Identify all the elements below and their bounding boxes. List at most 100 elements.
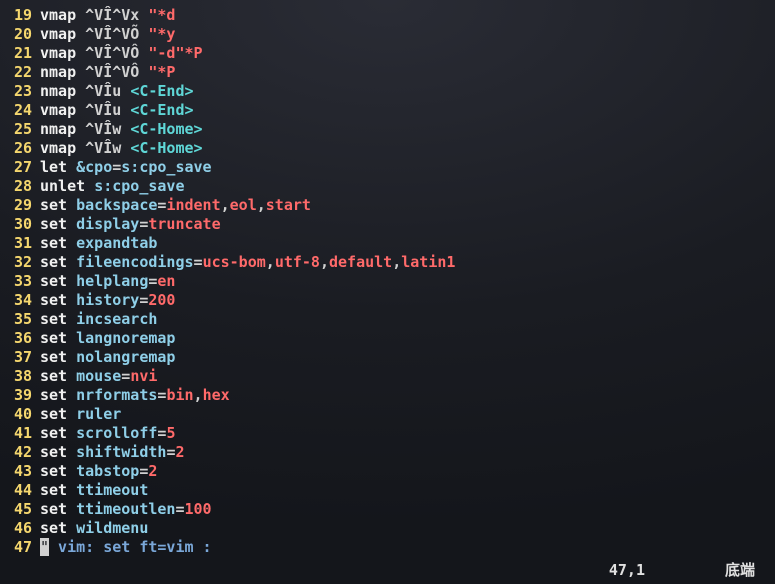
token: vmap [40,44,76,62]
token: set [40,196,67,214]
token: "*P [148,63,175,81]
code-line[interactable]: 43set tabstop=2 [0,462,775,481]
token: history [76,291,139,309]
code-content[interactable]: set incsearch [40,310,775,329]
code-content[interactable]: unlet s:cpo_save [40,177,775,196]
token [67,310,76,328]
line-number: 19 [0,6,40,25]
token: utf-8 [275,253,320,271]
token: set [40,291,67,309]
token: nmap [40,120,76,138]
code-content[interactable]: vmap ^VÎ^VÕ "*y [40,25,775,44]
code-line[interactable]: 24vmap ^VÎu <C-End> [0,101,775,120]
token: <C-Home> [130,120,202,138]
token: vmap [40,25,76,43]
token [67,272,76,290]
code-line[interactable]: 29set backspace=indent,eol,start [0,196,775,215]
code-content[interactable]: nmap ^VÎ^VÔ "*P [40,63,775,82]
code-content[interactable]: set ttimeout [40,481,775,500]
code-line[interactable]: 45set ttimeoutlen=100 [0,500,775,519]
scroll-location: 底端 [725,561,755,580]
line-number: 27 [0,158,40,177]
code-line[interactable]: 37set nolangremap [0,348,775,367]
code-content[interactable]: vmap ^VÎu <C-End> [40,101,775,120]
line-number: 31 [0,234,40,253]
token: langnoremap [76,329,175,347]
code-content[interactable]: set expandtab [40,234,775,253]
token: tabstop [76,462,139,480]
code-line[interactable]: 27let &cpo=s:cpo_save [0,158,775,177]
token: = [121,367,130,385]
code-line[interactable]: 40set ruler [0,405,775,424]
code-content[interactable]: set scrolloff=5 [40,424,775,443]
code-line[interactable]: 31set expandtab [0,234,775,253]
editor-viewport[interactable]: 19vmap ^VÎ^Vx "*d20vmap ^VÎ^VÕ "*y21vmap… [0,0,775,557]
line-number: 35 [0,310,40,329]
code-line[interactable]: 20vmap ^VÎ^VÕ "*y [0,25,775,44]
code-content[interactable]: " vim: set ft=vim : [40,538,775,557]
code-line[interactable]: 28unlet s:cpo_save [0,177,775,196]
token: display [76,215,139,233]
code-line[interactable]: 21vmap ^VÎ^VÔ "-d"*P [0,44,775,63]
token: vmap [40,139,76,157]
code-line[interactable]: 34set history=200 [0,291,775,310]
code-content[interactable]: set fileencodings=ucs-bom,utf-8,default,… [40,253,775,272]
token [67,329,76,347]
token: let [40,158,67,176]
code-content[interactable]: set shiftwidth=2 [40,443,775,462]
cursor-position: 47,1 [609,561,645,580]
code-line[interactable]: 39set nrformats=bin,hex [0,386,775,405]
code-line[interactable]: 36set langnoremap [0,329,775,348]
code-content[interactable]: set mouse=nvi [40,367,775,386]
code-content[interactable]: vmap ^VÎ^Vx "*d [40,6,775,25]
code-content[interactable]: set backspace=indent,eol,start [40,196,775,215]
line-number: 44 [0,481,40,500]
code-line[interactable]: 26vmap ^VÎw <C-Home> [0,139,775,158]
code-content[interactable]: set ttimeoutlen=100 [40,500,775,519]
token: ^VÎ^VÕ [76,25,148,43]
code-line[interactable]: 32set fileencodings=ucs-bom,utf-8,defaul… [0,253,775,272]
token: nmap [40,63,76,81]
token [67,405,76,423]
code-line[interactable]: 46set wildmenu [0,519,775,538]
line-number: 28 [0,177,40,196]
code-content[interactable]: set history=200 [40,291,775,310]
token: "*d [148,6,175,24]
token: set [40,272,67,290]
code-line[interactable]: 25nmap ^VÎw <C-Home> [0,120,775,139]
token [67,348,76,366]
code-line[interactable]: 22nmap ^VÎ^VÔ "*P [0,63,775,82]
code-line[interactable]: 30set display=truncate [0,215,775,234]
token [67,367,76,385]
code-content[interactable]: set helplang=en [40,272,775,291]
code-line[interactable]: 33set helplang=en [0,272,775,291]
token: 100 [185,500,212,518]
code-content[interactable]: set tabstop=2 [40,462,775,481]
code-content[interactable]: let &cpo=s:cpo_save [40,158,775,177]
code-line[interactable]: 44set ttimeout [0,481,775,500]
token: nvi [130,367,157,385]
code-content[interactable]: set nrformats=bin,hex [40,386,775,405]
code-line[interactable]: 47" vim: set ft=vim : [0,538,775,557]
code-line[interactable]: 41set scrolloff=5 [0,424,775,443]
code-content[interactable]: vmap ^VÎw <C-Home> [40,139,775,158]
code-content[interactable]: nmap ^VÎu <C-End> [40,82,775,101]
code-content[interactable]: set wildmenu [40,519,775,538]
token [67,291,76,309]
token [67,196,76,214]
code-content[interactable]: set ruler [40,405,775,424]
code-content[interactable]: nmap ^VÎw <C-Home> [40,120,775,139]
code-content[interactable]: set display=truncate [40,215,775,234]
token: &cpo [76,158,112,176]
code-content[interactable]: set nolangremap [40,348,775,367]
code-line[interactable]: 35set incsearch [0,310,775,329]
code-line[interactable]: 23nmap ^VÎu <C-End> [0,82,775,101]
token: backspace [76,196,157,214]
code-content[interactable]: vmap ^VÎ^VÔ "-d"*P [40,44,775,63]
code-line[interactable]: 38set mouse=nvi [0,367,775,386]
code-content[interactable]: set langnoremap [40,329,775,348]
code-line[interactable]: 42set shiftwidth=2 [0,443,775,462]
code-line[interactable]: 19vmap ^VÎ^Vx "*d [0,6,775,25]
token [67,424,76,442]
token: unlet [40,177,85,195]
